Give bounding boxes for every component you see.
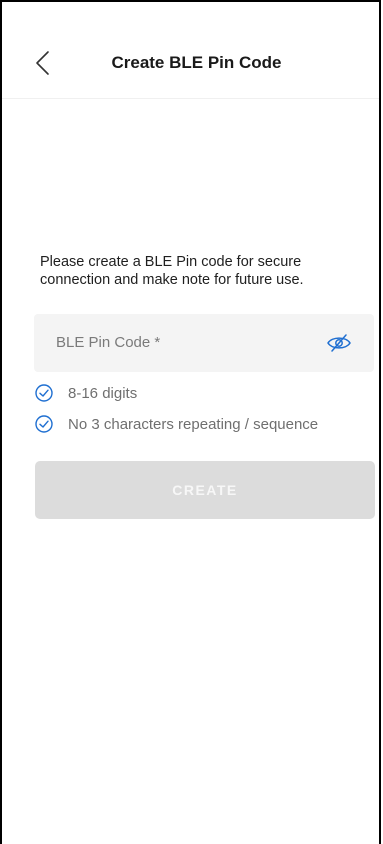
- app-header: Create BLE Pin Code: [2, 2, 379, 99]
- ble-pin-placeholder: BLE Pin Code *: [56, 334, 161, 351]
- eye-off-icon[interactable]: [326, 333, 352, 353]
- create-button[interactable]: CREATE: [35, 461, 375, 519]
- rule-length-label: 8-16 digits: [68, 384, 138, 402]
- page-title: Create BLE Pin Code: [111, 53, 282, 72]
- ble-pin-input[interactable]: BLE Pin Code *: [34, 314, 374, 372]
- rule-no-repeat: No 3 characters repeating / sequence: [35, 414, 318, 434]
- intro-text: Please create a BLE Pin code for secure …: [40, 254, 304, 288]
- rule-no-repeat-label: No 3 characters repeating / sequence: [68, 415, 319, 433]
- check-circle-icon: [35, 384, 53, 402]
- check-circle-icon: [35, 415, 53, 433]
- rule-length: 8-16 digits: [35, 383, 137, 403]
- screen: Create BLE Pin Code Please create a BLE …: [0, 0, 381, 844]
